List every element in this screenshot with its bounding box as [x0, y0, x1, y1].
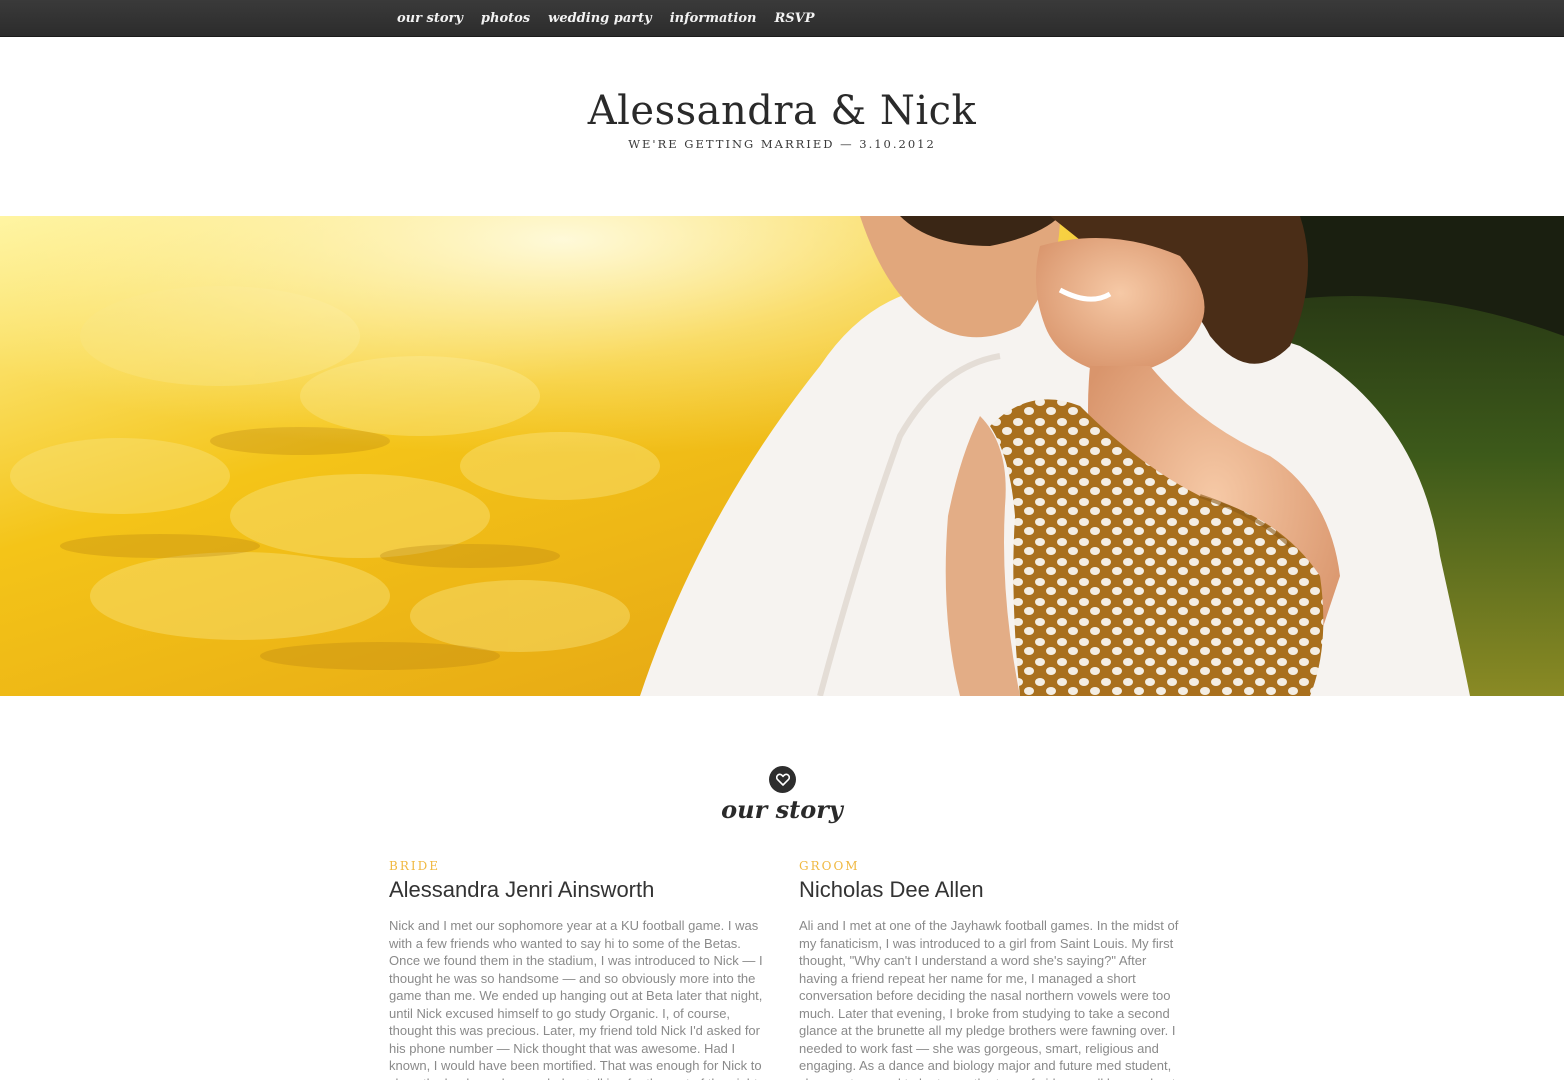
bride-name: Alessandra Jenri Ainsworth [389, 877, 655, 902]
top-navigation: our story photos wedding party informati… [0, 0, 1564, 37]
nav-item-our-story[interactable]: our story [397, 11, 463, 26]
nav-item-rsvp[interactable]: RSVP [774, 11, 814, 26]
heart-icon [769, 766, 796, 793]
groom-column: GROOM Nicholas Dee Allen Ali and I met a… [799, 858, 1179, 1080]
bride-story-text: Nick and I met our sophomore year at a K… [389, 918, 763, 1080]
couple-photo-illustration [0, 216, 1564, 696]
bride-role-label: BRIDE [389, 859, 440, 873]
nav-item-wedding-party[interactable]: wedding party [548, 11, 652, 26]
nav-menu: our story photos wedding party informati… [397, 0, 833, 36]
groom-story-text: Ali and I met at one of the Jayhawk foot… [799, 918, 1179, 1080]
bride-column: BRIDE Alessandra Jenri Ainsworth Nick an… [389, 858, 769, 1080]
masthead: Alessandra & Nick WE'RE GETTING MARRIED … [0, 36, 1564, 216]
wedding-tagline: WE'RE GETTING MARRIED — 3.10.2012 [628, 137, 936, 151]
nav-item-information[interactable]: information [670, 11, 757, 26]
groom-role-label: GROOM [799, 859, 860, 873]
hero-photo [0, 216, 1564, 696]
nav-item-photos[interactable]: photos [481, 11, 530, 26]
groom-name: Nicholas Dee Allen [799, 877, 984, 902]
couple-title: Alessandra & Nick [587, 88, 977, 134]
section-title-our-story: our story [721, 795, 843, 824]
